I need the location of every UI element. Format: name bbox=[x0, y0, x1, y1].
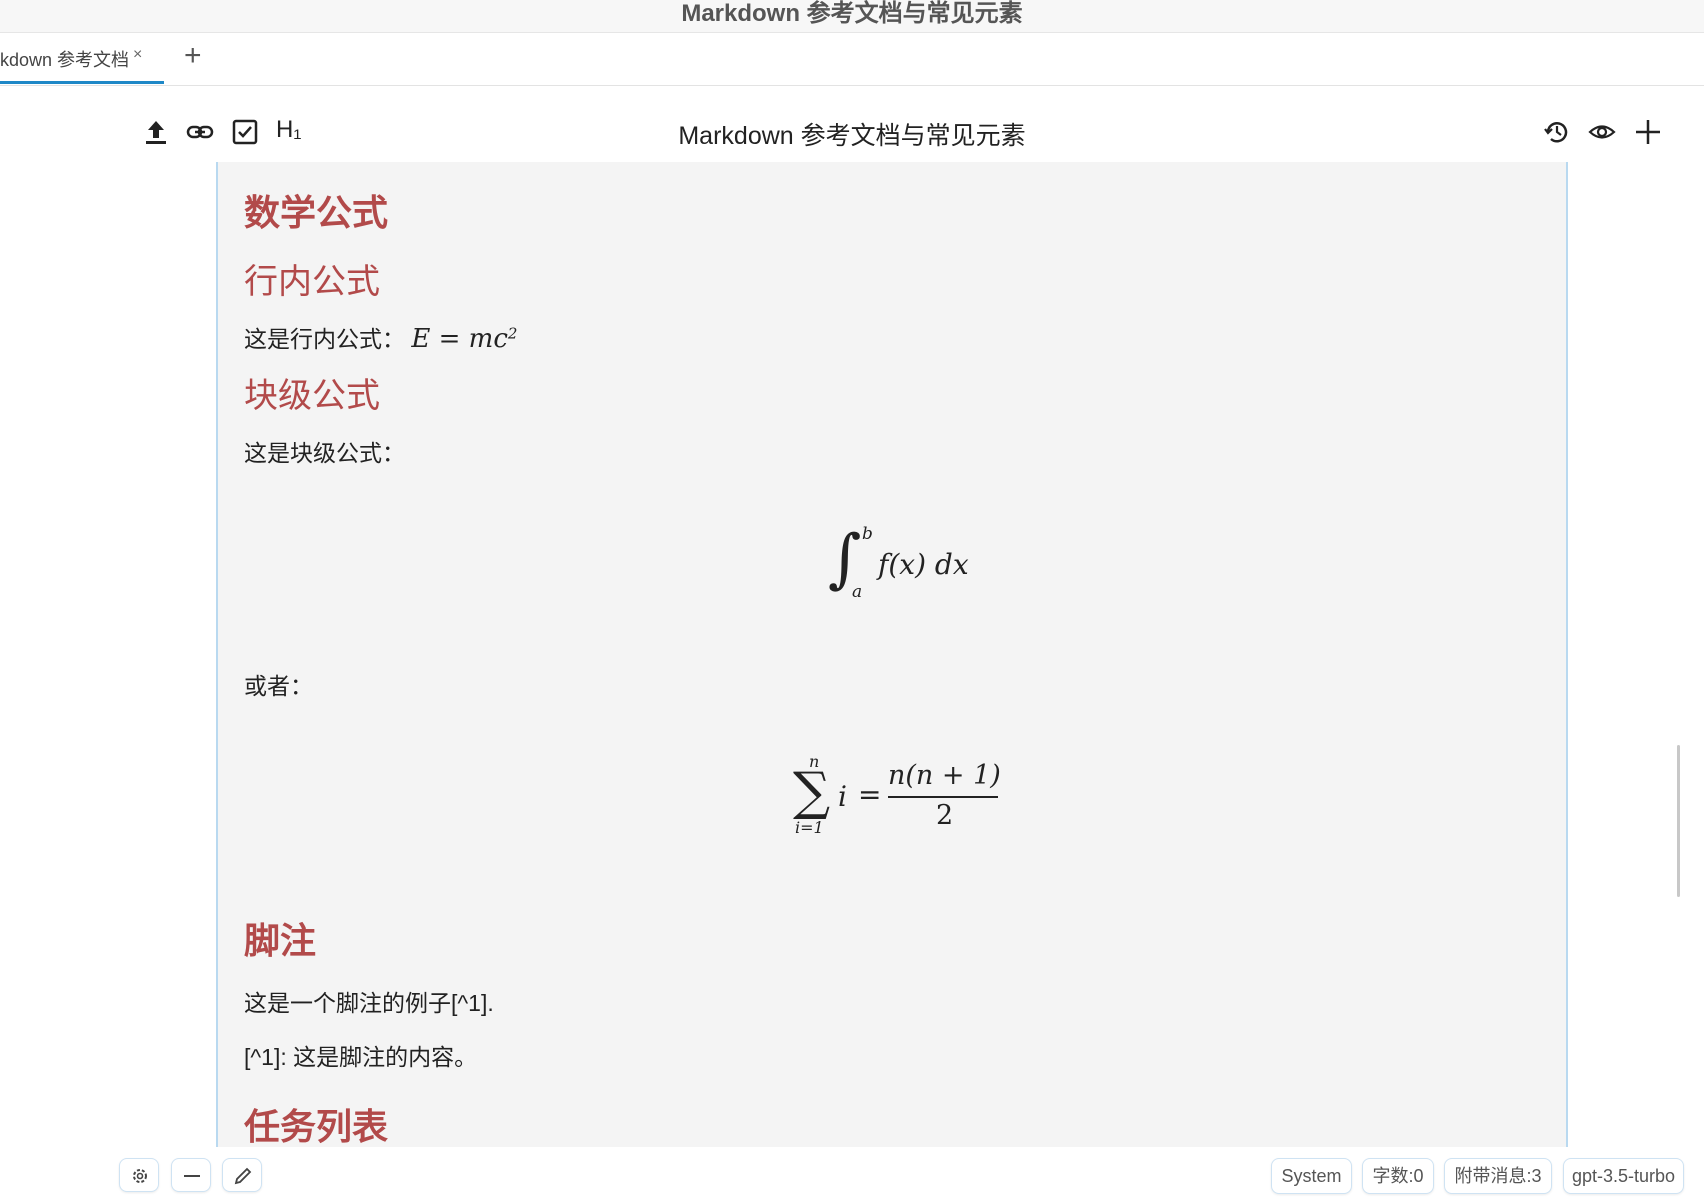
inline-label: 这是行内公式： bbox=[244, 326, 405, 352]
eye-icon[interactable] bbox=[1588, 118, 1616, 146]
paragraph-footnote: 这是一个脚注的例子[^1]. bbox=[244, 990, 494, 1016]
sum-lower-limit: i=1 bbox=[795, 818, 824, 837]
markdown-preview[interactable]: 数学公式 行内公式 这是行内公式： E = mc2 块级公式 这是块级公式： ∫… bbox=[216, 162, 1568, 1147]
sum-formula: n ∑ i=1 i = n(n + 1) 2 bbox=[788, 752, 1028, 852]
paragraph-block: 这是块级公式： bbox=[244, 440, 405, 466]
inline-superscript: 2 bbox=[507, 324, 518, 343]
heading-block-formula: 块级公式 bbox=[244, 377, 380, 415]
heading-task-list: 任务列表 bbox=[244, 1106, 389, 1147]
paragraph-footnote-def: [^1]: 这是脚注的内容。 bbox=[244, 1044, 478, 1070]
word-count-badge[interactable]: 字数:0 bbox=[1362, 1158, 1434, 1194]
integral-formula: ∫ b a f(x) dx bbox=[828, 522, 1028, 622]
inline-formula: E = mc bbox=[411, 324, 508, 354]
integral-upper-limit: b bbox=[862, 524, 873, 544]
heading-inline-formula: 行内公式 bbox=[244, 263, 380, 301]
tab-close-icon[interactable]: × bbox=[133, 46, 142, 64]
tab-label: kdown 参考文档 bbox=[0, 50, 130, 70]
gear-icon bbox=[133, 1169, 147, 1183]
model-badge[interactable]: gpt-3.5-turbo bbox=[1563, 1158, 1684, 1194]
document-title: Markdown 参考文档与常见元素 bbox=[678, 122, 1026, 150]
bottom-bar: System 字数:0 附带消息:3 gpt-3.5-turbo bbox=[0, 1147, 1704, 1199]
scrollbar[interactable] bbox=[1677, 745, 1680, 897]
heading-math: 数学公式 bbox=[244, 192, 389, 233]
sum-sign: ∑ bbox=[793, 762, 831, 822]
sum-numerator: n(n + 1) bbox=[888, 760, 1001, 791]
pencil-icon bbox=[234, 1167, 252, 1185]
minus-icon bbox=[184, 1175, 200, 1177]
fraction-bar bbox=[888, 796, 998, 798]
attached-messages-badge[interactable]: 附带消息:3 bbox=[1444, 1158, 1552, 1194]
plus-icon[interactable] bbox=[1634, 118, 1662, 146]
equals-sign: = bbox=[858, 778, 882, 811]
sum-denominator: 2 bbox=[936, 800, 954, 831]
editor-toolbar: H₁ Markdown 参考文档与常见元素 bbox=[0, 86, 1704, 162]
integral-lower-limit: a bbox=[852, 582, 863, 602]
add-tab-button[interactable]: + bbox=[184, 39, 202, 73]
paragraph-or: 或者： bbox=[244, 673, 313, 699]
history-icon[interactable] bbox=[1543, 118, 1571, 146]
window-title: Markdown 参考文档与常见元素 bbox=[0, 0, 1704, 33]
heading-footnote: 脚注 bbox=[244, 920, 317, 961]
role-badge[interactable]: System bbox=[1271, 1158, 1352, 1194]
tab-bar: kdown 参考文档 × + bbox=[0, 33, 1704, 86]
sum-variable: i bbox=[838, 780, 847, 813]
edit-button[interactable] bbox=[222, 1158, 262, 1192]
settings-button[interactable] bbox=[119, 1158, 159, 1192]
paragraph-inline: 这是行内公式： E = mc2 bbox=[244, 320, 517, 354]
minimize-button[interactable] bbox=[171, 1158, 211, 1192]
integral-body: f(x) dx bbox=[878, 548, 969, 581]
tab-active[interactable]: kdown 参考文档 × bbox=[0, 33, 164, 84]
